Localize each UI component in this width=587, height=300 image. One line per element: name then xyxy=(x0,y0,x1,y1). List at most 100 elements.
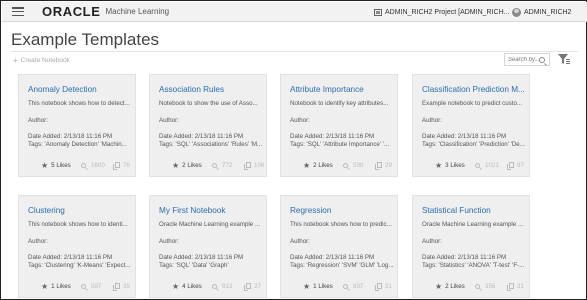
search-box[interactable] xyxy=(504,53,550,66)
likes-stat[interactable]: ★ 2 Likes xyxy=(172,159,202,171)
search-input[interactable] xyxy=(505,56,539,63)
project-icon xyxy=(374,8,382,16)
card-footer: ★ 2 Likes 356 31 xyxy=(413,280,529,292)
likes-stat[interactable]: ★ 3 Likes xyxy=(435,159,465,171)
star-icon: ★ xyxy=(172,160,180,170)
template-card[interactable]: Anomaly Detection This notebook shows ho… xyxy=(18,74,136,177)
card-title[interactable]: Classification Prediction M... xyxy=(422,85,525,94)
card-title[interactable]: Attribute Importance xyxy=(290,85,364,94)
star-icon: ★ xyxy=(172,281,180,291)
card-description: Notebook to identify key attributes... xyxy=(290,100,389,107)
views-count: 597 xyxy=(91,282,102,290)
avatar xyxy=(512,7,521,17)
card-author: Author: xyxy=(28,117,48,124)
views-icon xyxy=(343,283,348,289)
views-stat: 530 xyxy=(343,159,363,171)
template-card[interactable]: Attribute Importance Notebook to identif… xyxy=(280,74,398,177)
copies-stat: 29 xyxy=(375,159,392,171)
likes-count: 2 Likes xyxy=(182,161,202,169)
copies-count: 76 xyxy=(123,161,130,169)
user-label: ADMIN_RICH2 xyxy=(524,8,572,16)
copies-count: 29 xyxy=(385,161,392,169)
likes-count: 2 Likes xyxy=(445,282,465,290)
template-card[interactable]: My First Notebook Oracle Machine Learnin… xyxy=(149,195,267,298)
views-icon xyxy=(81,283,86,289)
card-footer: ★ 3 Likes 1021 97 xyxy=(413,159,529,171)
user-menu[interactable]: ADMIN_RICH2 xyxy=(512,2,571,22)
star-icon: ★ xyxy=(41,160,49,170)
copies-count: 27 xyxy=(254,282,261,290)
likes-count: 4 Likes xyxy=(182,282,202,290)
likes-stat[interactable]: ★ 2 Likes xyxy=(435,280,465,292)
star-icon: ★ xyxy=(41,281,49,291)
likes-stat[interactable]: ★ 4 Likes xyxy=(172,280,202,292)
card-date: Date Added: 2/13/18 11:16 PM xyxy=(28,133,113,140)
views-stat: 772 xyxy=(212,159,232,171)
card-description: Example notebook to predict custo... xyxy=(422,100,523,107)
product-name: Machine Learning xyxy=(105,7,170,16)
template-card[interactable]: Clustering This notebook shows how to id… xyxy=(18,195,136,298)
star-icon: ★ xyxy=(303,160,311,170)
card-title[interactable]: Anomaly Detection xyxy=(28,85,97,94)
card-tags: Tags: 'Regression' 'SVM' 'GLM' 'Log... xyxy=(290,262,394,269)
copy-icon xyxy=(375,162,382,170)
copies-count: 31 xyxy=(385,282,392,290)
copy-icon xyxy=(113,162,120,170)
views-stat: 837 xyxy=(343,280,363,292)
views-count: 913 xyxy=(222,282,233,290)
toolbar-divider xyxy=(11,51,578,52)
card-author: Author: xyxy=(422,238,442,245)
views-count: 837 xyxy=(353,282,364,290)
top-bar: ORACLE Machine Learning ADMIN_RICH2 Proj… xyxy=(2,2,587,22)
views-icon xyxy=(81,162,86,168)
views-count: 530 xyxy=(353,161,364,169)
card-tags: Tags: 'Classification' 'Prediction' 'De.… xyxy=(422,141,525,148)
template-card[interactable]: Association Rules Notebook to show the u… xyxy=(149,74,267,177)
card-footer: ★ 1 Likes 837 31 xyxy=(281,280,397,292)
views-count: 356 xyxy=(485,282,496,290)
template-card[interactable]: Regression This notebook shows how to pr… xyxy=(280,195,398,298)
likes-stat[interactable]: ★ 2 Likes xyxy=(303,159,333,171)
create-notebook-button[interactable]: + Create Notebook xyxy=(13,54,70,66)
card-footer: ★ 1 Likes 597 35 xyxy=(19,280,135,292)
template-card[interactable]: Statistical Function Oracle Machine Lear… xyxy=(412,195,530,298)
card-date: Date Added: 2/13/18 11:16 PM xyxy=(290,254,375,261)
likes-stat[interactable]: ★ 1 Likes xyxy=(41,280,71,292)
copies-stat: 31 xyxy=(507,280,524,292)
card-description: Notebook to show the use of Asso... xyxy=(159,100,258,107)
copies-count: 31 xyxy=(517,282,524,290)
card-title[interactable]: Association Rules xyxy=(159,85,224,94)
copies-stat: 35 xyxy=(113,280,130,292)
template-card[interactable]: Classification Prediction M... Example n… xyxy=(412,74,530,177)
views-icon xyxy=(475,162,480,168)
card-author: Author: xyxy=(422,117,442,124)
views-icon xyxy=(343,162,348,168)
card-title[interactable]: My First Notebook xyxy=(159,206,225,215)
card-description: This notebook shows how to detect... xyxy=(28,100,130,107)
card-tags: Tags: 'Statistics' 'ANOVA' 'T-test' 'F-.… xyxy=(422,262,525,269)
card-title[interactable]: Regression xyxy=(290,206,331,215)
copy-icon xyxy=(375,283,382,291)
likes-count: 3 Likes xyxy=(445,161,465,169)
project-selector[interactable]: ADMIN_RICH2 Project [ADMIN_RICH... ▼ xyxy=(374,2,519,22)
copies-count: 97 xyxy=(517,161,524,169)
card-footer: ★ 2 Likes 772 106 xyxy=(150,159,266,171)
menu-icon[interactable] xyxy=(12,7,24,16)
views-icon xyxy=(212,283,217,289)
copies-stat: 31 xyxy=(375,280,392,292)
filter-icon[interactable] xyxy=(557,53,571,66)
likes-count: 1 Likes xyxy=(313,282,333,290)
views-stat: 1600 xyxy=(81,159,105,171)
card-author: Author: xyxy=(290,117,310,124)
likes-stat[interactable]: ★ 1 Likes xyxy=(303,280,333,292)
card-date: Date Added: 2/13/18 11:16 PM xyxy=(422,133,507,140)
copy-icon xyxy=(244,283,251,291)
search-icon[interactable] xyxy=(539,56,545,63)
card-description: This notebook shows how to predic... xyxy=(290,221,392,228)
star-icon: ★ xyxy=(303,281,311,291)
card-date: Date Added: 2/13/18 11:16 PM xyxy=(159,254,244,261)
likes-stat[interactable]: ★ 5 Likes xyxy=(41,159,71,171)
card-title[interactable]: Clustering xyxy=(28,206,65,215)
card-title[interactable]: Statistical Function xyxy=(422,206,491,215)
card-description: This notebook shows how to identi... xyxy=(28,221,128,228)
